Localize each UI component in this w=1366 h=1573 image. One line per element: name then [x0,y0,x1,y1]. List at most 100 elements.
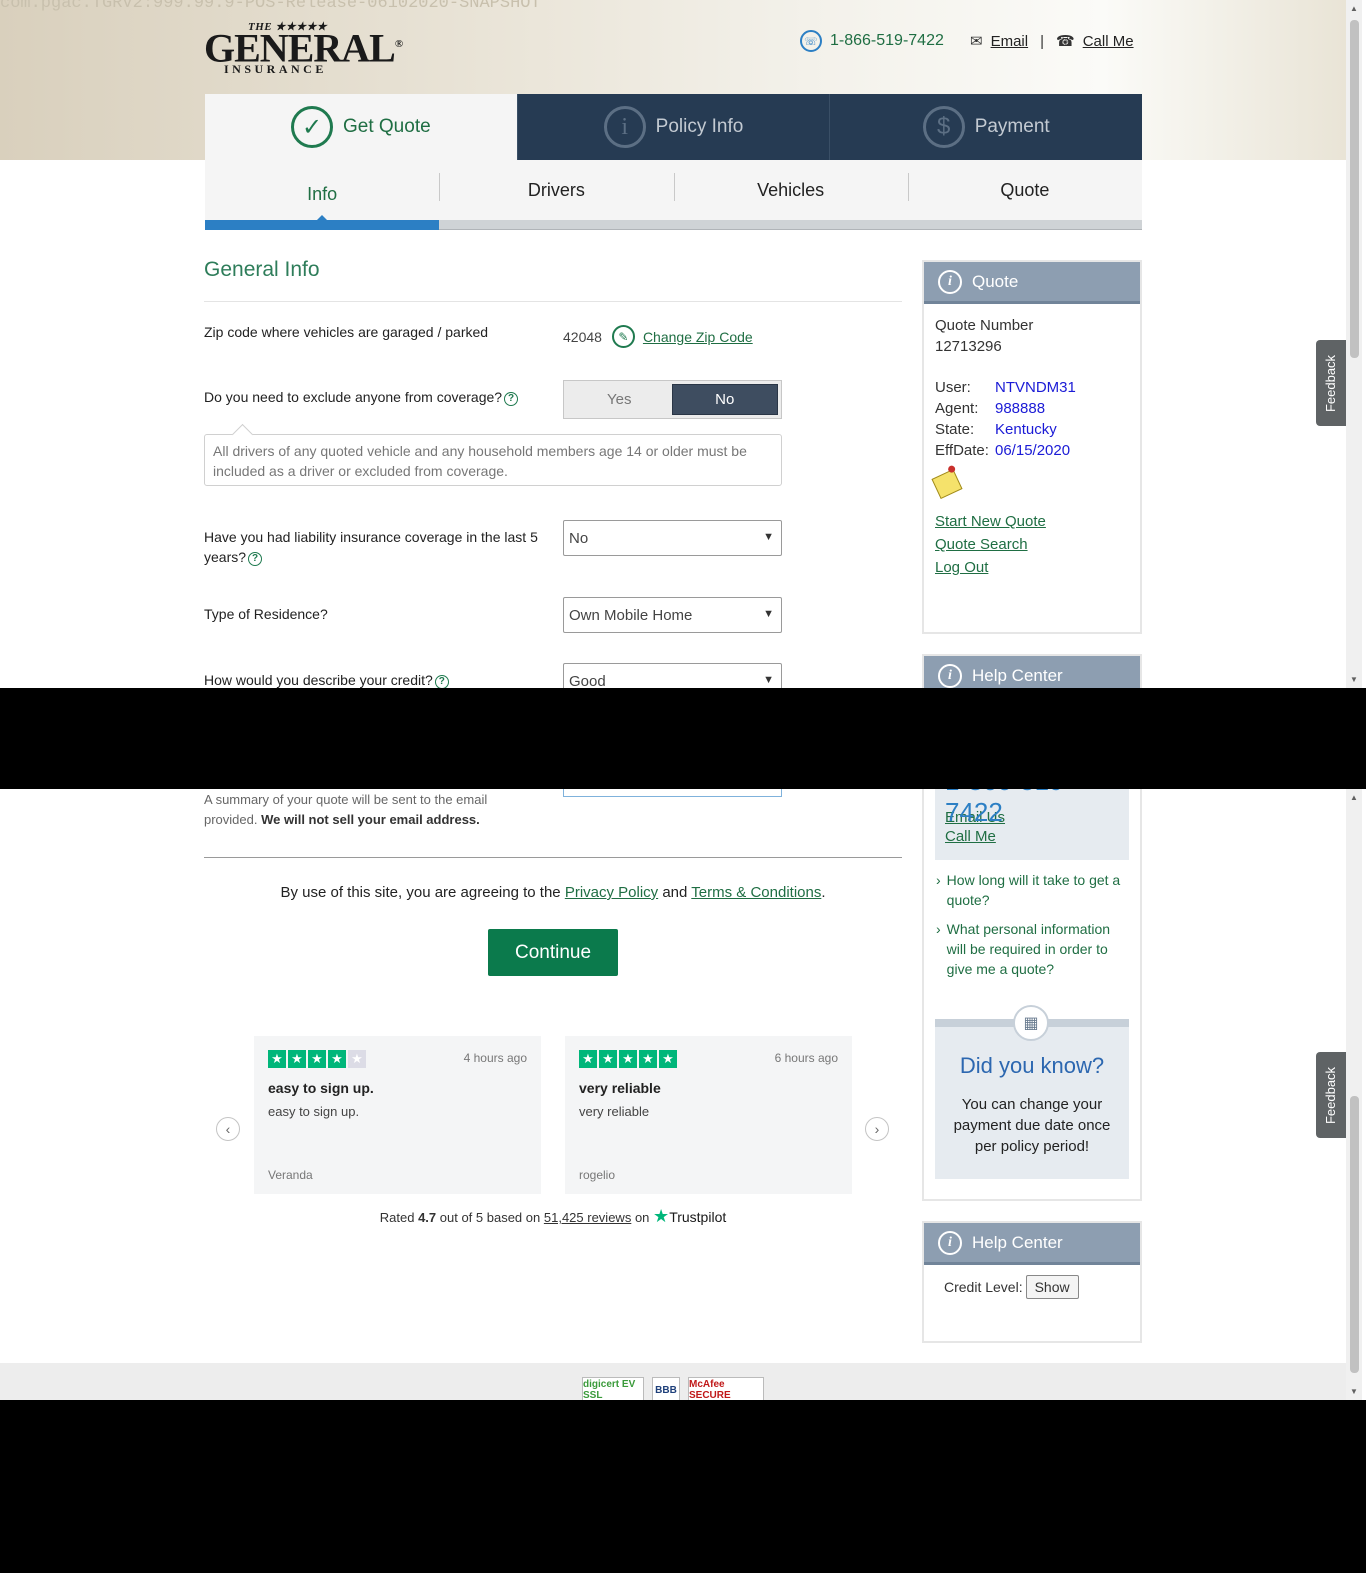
scroll-up-arrow[interactable]: ▲ [1350,4,1358,13]
star-icon: ★ [619,1050,637,1068]
phone-clock-icon: ☏ [800,30,822,52]
header-call-me-link[interactable]: Call Me [1083,33,1134,50]
scrollbar[interactable]: ▲ ▼ [1346,789,1362,1400]
exclude-yes-option[interactable]: Yes [567,384,672,415]
carousel-next-icon[interactable]: › [865,1117,889,1141]
star-icon: ★ [579,1050,597,1068]
start-new-quote-link[interactable]: Start New Quote [935,513,1129,530]
header-separator: | [1040,32,1044,50]
help-question-icon[interactable]: ? [504,392,519,406]
step-tab-label: Policy Info [655,116,744,137]
quote-number: 12713296 [935,338,1002,355]
step-tab-policy-info[interactable]: i Policy Info [516,94,830,160]
step-tab-label: Payment [974,116,1050,137]
scroll-down-arrow[interactable]: ▼ [1350,1387,1358,1396]
privacy-policy-link[interactable]: Privacy Policy [565,884,658,901]
digicert-badge[interactable]: digicert EV SSL [582,1377,644,1400]
chevron-down-icon: ▼ [763,674,774,686]
residence-select[interactable]: Own Mobile Home ▼ [563,597,782,633]
star-icon: ★ [308,1050,326,1068]
faq-item[interactable]: › What personal information will be requi… [936,919,1128,979]
quote-panel-header: i Quote [924,262,1140,304]
quote-number-label: Quote Number [935,317,1034,334]
exclude-notice: All drivers of any quoted vehicle and an… [204,434,782,486]
log-out-link[interactable]: Log Out [935,559,1129,576]
change-zip-link[interactable]: Change Zip Code [643,329,753,345]
scrollbar[interactable]: ▲ ▼ [1346,0,1362,688]
scroll-thumb[interactable] [1350,20,1359,358]
exclude-toggle[interactable]: Yes No [563,380,782,419]
exclude-label: Do you need to exclude anyone from cover… [204,387,544,407]
review-body: very reliable [579,1104,650,1119]
help-question-icon[interactable]: ? [248,552,263,566]
logo-sub: INSURANCE [224,62,327,76]
help-center-panel: 1-866-519-7422 Email Us Call Me ›How lon… [922,789,1142,1201]
info-circle-icon: i [603,106,646,148]
agent-row: Agent: 988888 [935,400,1046,417]
star-icon: ★ [599,1050,617,1068]
help-center-header: i Help Center [924,656,1140,688]
step-tab-get-quote[interactable]: ✓ Get Quote [205,94,517,160]
scroll-up-arrow[interactable]: ▲ [1350,793,1358,802]
feedback-tab[interactable]: Feedback [1316,1052,1346,1138]
effdate-row: EffDate: 06/15/2020 [935,442,1071,459]
header-email-link[interactable]: Email [991,33,1029,50]
state-row: State: Kentucky [935,421,1057,438]
subtab-quote[interactable]: Quote [907,172,1142,201]
trustpilot-reviews-link[interactable]: 51,425 reviews [544,1210,631,1225]
sticky-note-icon[interactable] [931,464,963,500]
residence-label: Type of Residence? [204,606,328,622]
exclude-no-option[interactable]: No [671,384,778,415]
quote-search-link[interactable]: Quote Search [935,536,1129,553]
scroll-down-arrow[interactable]: ▼ [1350,675,1358,684]
pencil-icon[interactable]: ✎ [611,325,635,348]
help-center-credit-panel: i Help Center Credit Level: Show [922,1221,1142,1343]
review-author: rogelio [579,1168,616,1182]
header-email[interactable]: ✉ Email | ☎ Call Me [970,30,1134,52]
email-input-partial[interactable] [563,789,782,797]
build-tag: com.pgac.TGRV2:999.99.9-POS-Release-0610… [0,0,541,13]
page-top-viewport: com.pgac.TGRV2:999.99.9-POS-Release-0610… [0,0,1366,688]
help-question-icon[interactable]: ? [434,675,449,688]
sub-tabs: Info Drivers Vehicles Quote [205,160,1142,221]
header-phone-number[interactable]: 1-866-519-7422 [830,32,944,50]
general-insurance-logo[interactable]: THE ★★★★★ GENERAL® INSURANCE [204,20,403,76]
subtab-drivers[interactable]: Drivers [439,172,673,201]
help-phone[interactable]: 1-866-519-7422 [945,789,1129,828]
carousel-prev-icon[interactable]: ‹ [216,1117,240,1141]
progress-fill [205,220,440,230]
help-call-me-link[interactable]: Call Me [945,828,1119,845]
star-icon: ★ [348,1050,366,1068]
subtab-info[interactable]: Info [205,184,439,221]
credit-select[interactable]: Good ▼ [563,663,782,688]
review-author: Veranda [268,1168,313,1182]
review-title: very reliable [579,1080,661,1096]
step-tab-payment[interactable]: $ Payment [829,94,1143,160]
info-icon: i [938,1230,962,1255]
calendar-icon: ▦ [1013,1005,1049,1041]
bbb-badge[interactable]: BBB [652,1377,680,1400]
chevron-right-icon: › [936,872,941,888]
mcafee-badge[interactable]: McAfee SECURE [688,1377,764,1400]
show-button[interactable]: Show [1025,1275,1079,1299]
review-time: 4 hours ago [463,1051,527,1065]
continue-button[interactable]: Continue [488,929,618,976]
faq-item[interactable]: › How long will it take to get a quote? [936,870,1128,910]
star-icon: ★ [659,1050,677,1068]
envelope-icon: ✉ [970,33,983,50]
quote-panel-title: Quote [972,271,1019,291]
feedback-tab[interactable]: Feedback [1316,340,1346,426]
terms-link[interactable]: Terms & Conditions [691,884,821,901]
review-time: 6 hours ago [774,1051,838,1065]
scroll-thumb[interactable] [1350,1096,1359,1373]
help-center-title: Help Center [972,1232,1063,1252]
help-center-panel-top: i Help Center [922,654,1142,688]
step-tabs: ✓ Get Quote i Policy Info $ Payment [205,94,1143,160]
help-center-header: i Help Center [924,1223,1140,1265]
subtab-vehicles[interactable]: Vehicles [673,172,908,201]
header-phone[interactable]: ☏ 1-866-519-7422 [800,30,944,52]
help-contact-box: 1-866-519-7422 Email Us Call Me [935,789,1129,860]
email-note: A summary of your quote will be sent to … [204,792,488,827]
page-bottom-viewport: A summary of your quote will be sent to … [0,789,1366,1400]
liability-select[interactable]: No ▼ [563,520,782,556]
